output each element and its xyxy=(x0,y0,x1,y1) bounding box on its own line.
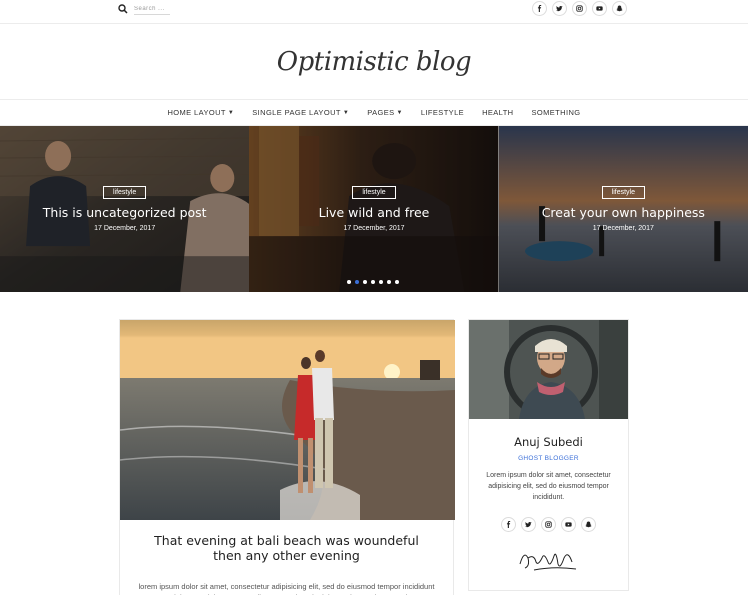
slider-dot[interactable] xyxy=(395,280,399,284)
category-badge[interactable]: lifestyle xyxy=(352,186,396,199)
facebook-icon[interactable] xyxy=(532,1,547,16)
top-bar xyxy=(0,0,748,24)
post-card: That evening at bali beach was woundeful… xyxy=(119,319,455,595)
nav-label: HEALTH xyxy=(482,108,514,117)
slide-title[interactable]: This is uncategorized post xyxy=(0,205,249,220)
slide-date: 17 December, 2017 xyxy=(343,225,405,232)
snapchat-icon[interactable] xyxy=(581,517,596,532)
search-input[interactable] xyxy=(134,5,170,15)
slider-dot[interactable] xyxy=(347,280,351,284)
author-signature xyxy=(519,553,576,571)
slider-pagination xyxy=(347,280,399,284)
social-links-top xyxy=(532,1,627,16)
slider-dot[interactable] xyxy=(387,280,391,284)
category-badge[interactable]: lifestyle xyxy=(601,186,645,199)
slide-title[interactable]: Creat your own happiness xyxy=(499,205,748,220)
slider-dot[interactable] xyxy=(363,280,367,284)
category-badge[interactable]: lifestyle xyxy=(102,186,147,199)
nav-item-single-page-layout[interactable]: SINGLE PAGE LAYOUT ▼ xyxy=(243,108,358,117)
nav-label: SINGLE PAGE LAYOUT xyxy=(252,108,341,117)
instagram-icon[interactable] xyxy=(572,1,587,16)
author-name[interactable]: Anuj Subedi xyxy=(469,435,628,449)
slider-dot[interactable] xyxy=(355,280,359,284)
slider-dot[interactable] xyxy=(371,280,375,284)
instagram-icon[interactable] xyxy=(541,517,556,532)
slide-date: 17 December, 2017 xyxy=(94,225,156,232)
slide-2[interactable]: lifestyle Live wild and free 17 December… xyxy=(249,126,499,292)
nav-label: LIFESTYLE xyxy=(420,108,465,117)
facebook-icon[interactable] xyxy=(501,517,516,532)
nav-item-home-layout[interactable]: HOME LAYOUT ▼ xyxy=(158,108,243,117)
caret-down-icon: ▼ xyxy=(342,109,350,116)
author-widget: Anuj Subedi GHOST BLOGGER Lorem ipsum do… xyxy=(468,319,629,591)
slide-caption: lifestyle Live wild and free 17 December… xyxy=(249,181,498,232)
post-excerpt: lorem ipsum dolor sit amet, consectetur … xyxy=(138,582,435,595)
slide-title[interactable]: Live wild and free xyxy=(249,205,498,220)
featured-slider: lifestyle This is uncategorized post 17 … xyxy=(0,126,748,292)
post-image[interactable] xyxy=(120,320,455,520)
nav-item-lifestyle[interactable]: LIFESTYLE xyxy=(412,108,473,117)
nav-item-health[interactable]: HEALTH xyxy=(473,108,522,117)
author-social-links xyxy=(469,517,628,532)
snapchat-icon[interactable] xyxy=(612,1,627,16)
search-box xyxy=(118,2,170,18)
slide-date: 17 December, 2017 xyxy=(592,225,654,232)
caret-down-icon: ▼ xyxy=(227,109,235,116)
author-role: GHOST BLOGGER xyxy=(518,455,579,462)
nav-item-pages[interactable]: PAGES ▼ xyxy=(358,108,412,117)
slider-dot[interactable] xyxy=(379,280,383,284)
post-title[interactable]: That evening at bali beach was woundeful… xyxy=(140,533,433,563)
youtube-icon[interactable] xyxy=(561,517,576,532)
main-nav: HOME LAYOUT ▼ SINGLE PAGE LAYOUT ▼ PAGES ▼ … xyxy=(0,99,748,126)
nav-label: SOMETHING xyxy=(531,108,581,117)
twitter-icon[interactable] xyxy=(521,517,536,532)
slide-3[interactable]: lifestyle Creat your own happiness 17 De… xyxy=(498,126,748,292)
nav-item-something[interactable]: SOMETHING xyxy=(523,108,590,117)
nav-label: HOME LAYOUT xyxy=(167,108,226,117)
slide-caption: lifestyle Creat your own happiness 17 De… xyxy=(499,181,748,232)
author-photo xyxy=(469,320,628,419)
site-header: Optimistic blog xyxy=(0,24,748,99)
nav-label: PAGES xyxy=(367,108,395,117)
search-icon[interactable] xyxy=(118,1,128,19)
youtube-icon[interactable] xyxy=(592,1,607,16)
slide-caption: lifestyle This is uncategorized post 17 … xyxy=(0,181,249,232)
slide-1[interactable]: lifestyle This is uncategorized post 17 … xyxy=(0,126,250,292)
author-bio: Lorem ipsum dolor sit amet, consectetur … xyxy=(486,472,611,501)
site-logo[interactable]: Optimistic blog xyxy=(277,47,472,77)
caret-down-icon: ▼ xyxy=(396,109,403,116)
twitter-icon[interactable] xyxy=(552,1,567,16)
